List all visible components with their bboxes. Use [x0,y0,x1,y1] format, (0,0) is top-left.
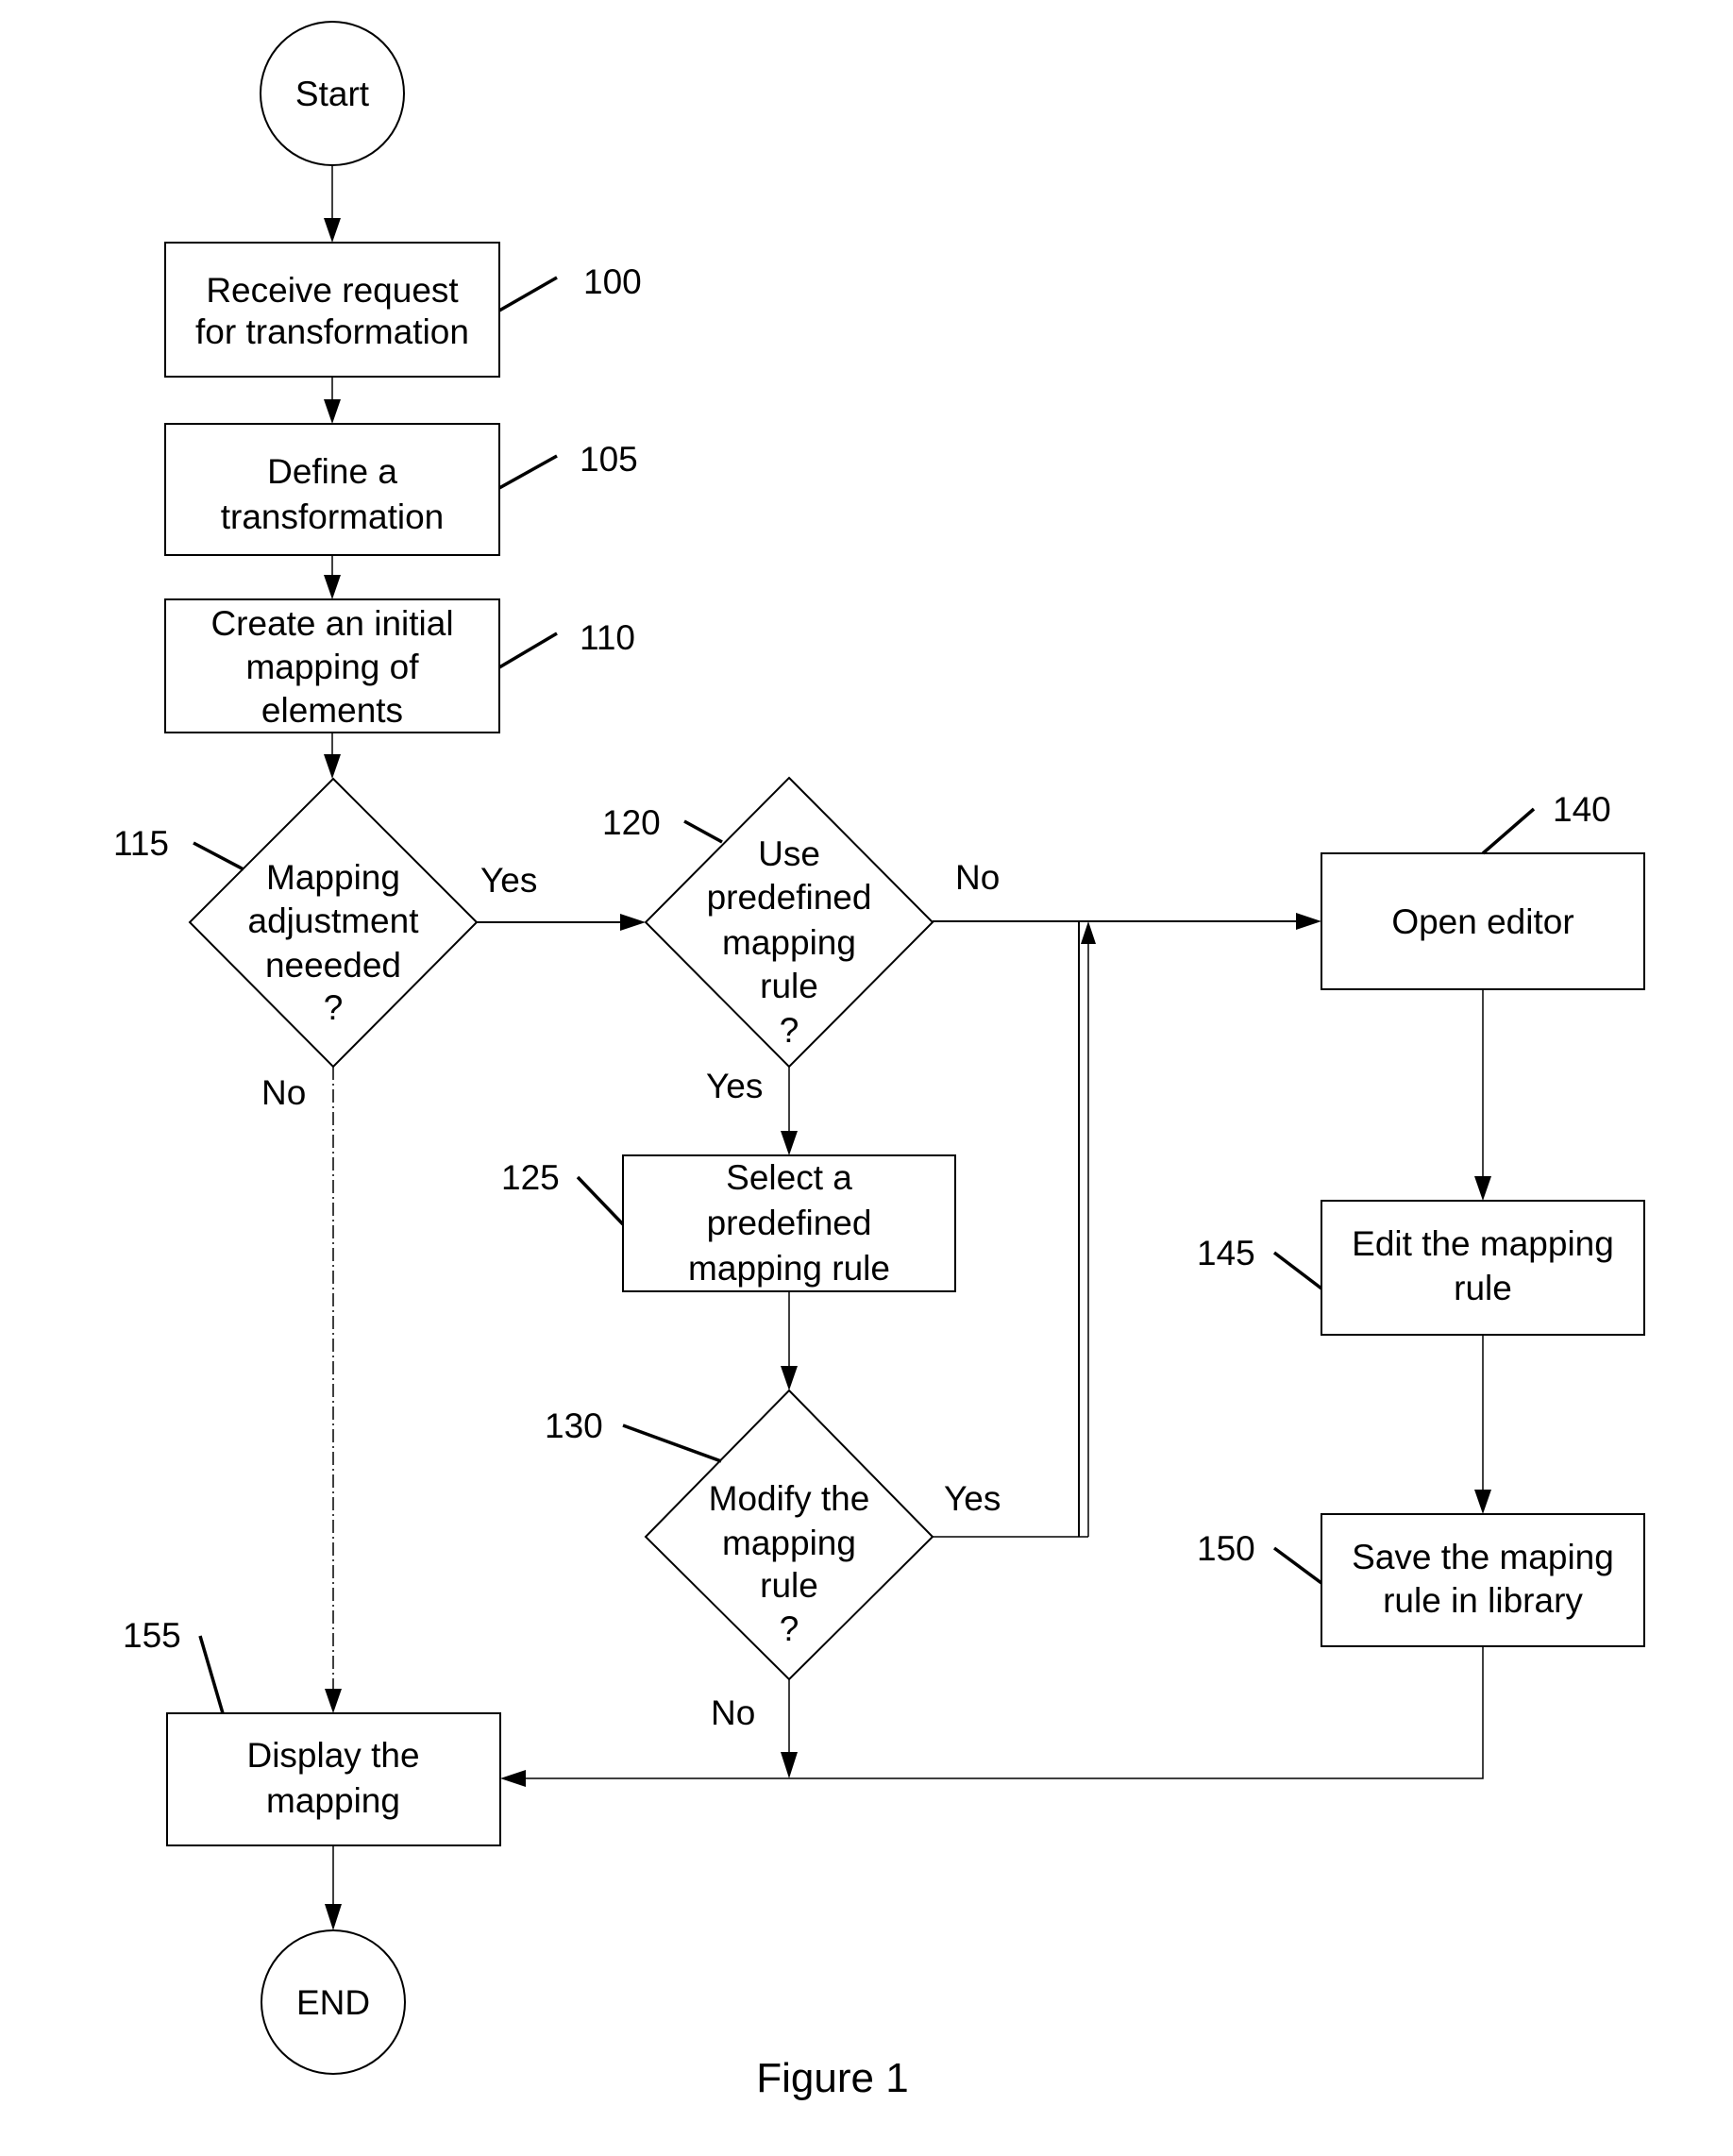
ref-leader-110 [498,632,558,669]
ref-number-110: 110 [580,618,635,657]
ref-number-140: 140 [1553,790,1611,829]
node-100: Receive request for transformation 100 [164,242,642,378]
node-100-line-2: for transformation [195,312,469,351]
node-155-line-1: Display the [246,1736,419,1775]
figure-caption: Figure 1 [756,2055,908,2101]
node-145: Edit the mapping rule 145 [1197,1200,1645,1336]
end-label: END [296,1983,370,2022]
node-145-line-2: rule [1454,1269,1512,1307]
node-110-line-1: Create an initial [210,604,453,643]
node-125-line-1: Select a [726,1158,852,1197]
edge-label-yes-120: Yes [706,1067,763,1105]
ref-number-125: 125 [501,1158,560,1197]
node-120: Use predefined mapping rule ? 120 [602,776,934,1069]
start-label: Start [295,75,370,113]
ref-leader-145 [1272,1251,1323,1290]
edge-label-no-120: No [955,858,1000,897]
arrowhead-icon [1474,1490,1491,1514]
node-110-line-3: elements [261,691,403,730]
ref-leader-120 [683,819,723,844]
edge-label-yes-130: Yes [944,1479,1001,1518]
ref-leader-140 [1481,807,1536,855]
node-130-line-4: ? [780,1609,799,1648]
process-box-155 [166,1712,501,1846]
arrowhead-icon [324,575,341,599]
ref-leader-150 [1272,1546,1323,1585]
node-115-line-2: adjustment [248,901,420,940]
arrowhead-icon [620,914,646,931]
arrowhead-icon [500,1770,526,1787]
node-115-line-4: ? [324,988,344,1027]
ref-number-105: 105 [580,440,638,479]
arrowhead-icon [325,1689,342,1713]
node-145-line-1: Edit the mapping [1352,1224,1614,1263]
node-120-line-5: ? [780,1011,799,1050]
node-105-line-1: Define a [267,452,397,491]
edge-label-no-130: No [711,1693,755,1732]
node-115-line-3: neeeded [265,946,401,985]
node-105-line-2: transformation [221,497,445,536]
node-120-line-4: rule [760,967,818,1005]
node-115-line-1: Mapping [266,858,400,897]
node-150-line-2: rule in library [1383,1581,1583,1620]
process-box-150 [1321,1513,1645,1647]
node-100-line-1: Receive request [206,271,459,310]
ref-leader-105 [498,454,558,490]
node-110: Create an initial mapping of elements 11… [164,598,635,733]
arrowhead-icon [324,399,341,424]
process-box-100 [164,242,500,378]
edge-150-155 [525,1646,1484,1779]
node-125: Select a predefined mapping rule 125 [501,1154,956,1292]
ref-leader-155 [198,1635,225,1714]
arrowhead-icon [781,1366,798,1390]
ref-leader-100 [498,276,558,312]
ref-number-150: 150 [1197,1529,1255,1568]
ref-leader-125 [576,1175,625,1226]
node-150-line-1: Save the maping [1352,1538,1614,1576]
node-150: Save the maping rule in library 150 [1197,1513,1645,1647]
node-start: Start [260,21,405,166]
arrowhead-icon [1081,921,1096,944]
arrowhead-icon [1296,913,1321,930]
ref-number-100: 100 [583,262,642,301]
edge-label-no-115: No [261,1073,306,1112]
ref-number-145: 145 [1197,1234,1255,1272]
node-140-line-1: Open editor [1391,902,1573,941]
node-140: Open editor 140 [1321,790,1645,990]
node-end: END [261,1929,406,2075]
arrowhead-icon [324,218,341,243]
ref-number-155: 155 [123,1616,181,1655]
arrowhead-icon [324,754,341,779]
node-155-line-2: mapping [266,1781,400,1820]
node-105: Define a transformation 105 [164,423,638,556]
node-120-line-2: predefined [707,878,872,917]
node-125-line-2: predefined [707,1204,872,1242]
node-155: Display the mapping 155 [123,1616,501,1846]
node-130-line-2: mapping [722,1524,856,1562]
node-115: Mapping adjustment neeeded ? 115 [113,777,479,1069]
node-130: Modify the mapping rule ? 130 [545,1389,934,1681]
edge-label-yes-115: Yes [480,861,537,900]
node-110-line-2: mapping of [245,648,419,686]
arrowhead-icon [325,1904,342,1930]
node-130-line-3: rule [760,1566,818,1605]
ref-number-130: 130 [545,1406,603,1445]
ref-leader-115 [193,841,244,871]
node-120-line-3: mapping [722,923,856,962]
arrowhead-icon [1474,1176,1491,1201]
node-130-line-1: Modify the [709,1479,870,1518]
node-120-line-1: Use [758,834,820,873]
flowchart-figure: Yes No No Yes Yes No Start Receive reque… [113,21,1645,2101]
arrowhead-icon [781,1131,798,1155]
ref-number-120: 120 [602,803,661,842]
process-box-145 [1321,1200,1645,1336]
arrowhead-icon [781,1752,798,1778]
ref-leader-130 [622,1423,722,1463]
node-125-line-3: mapping rule [688,1249,890,1288]
ref-number-115: 115 [113,824,169,863]
